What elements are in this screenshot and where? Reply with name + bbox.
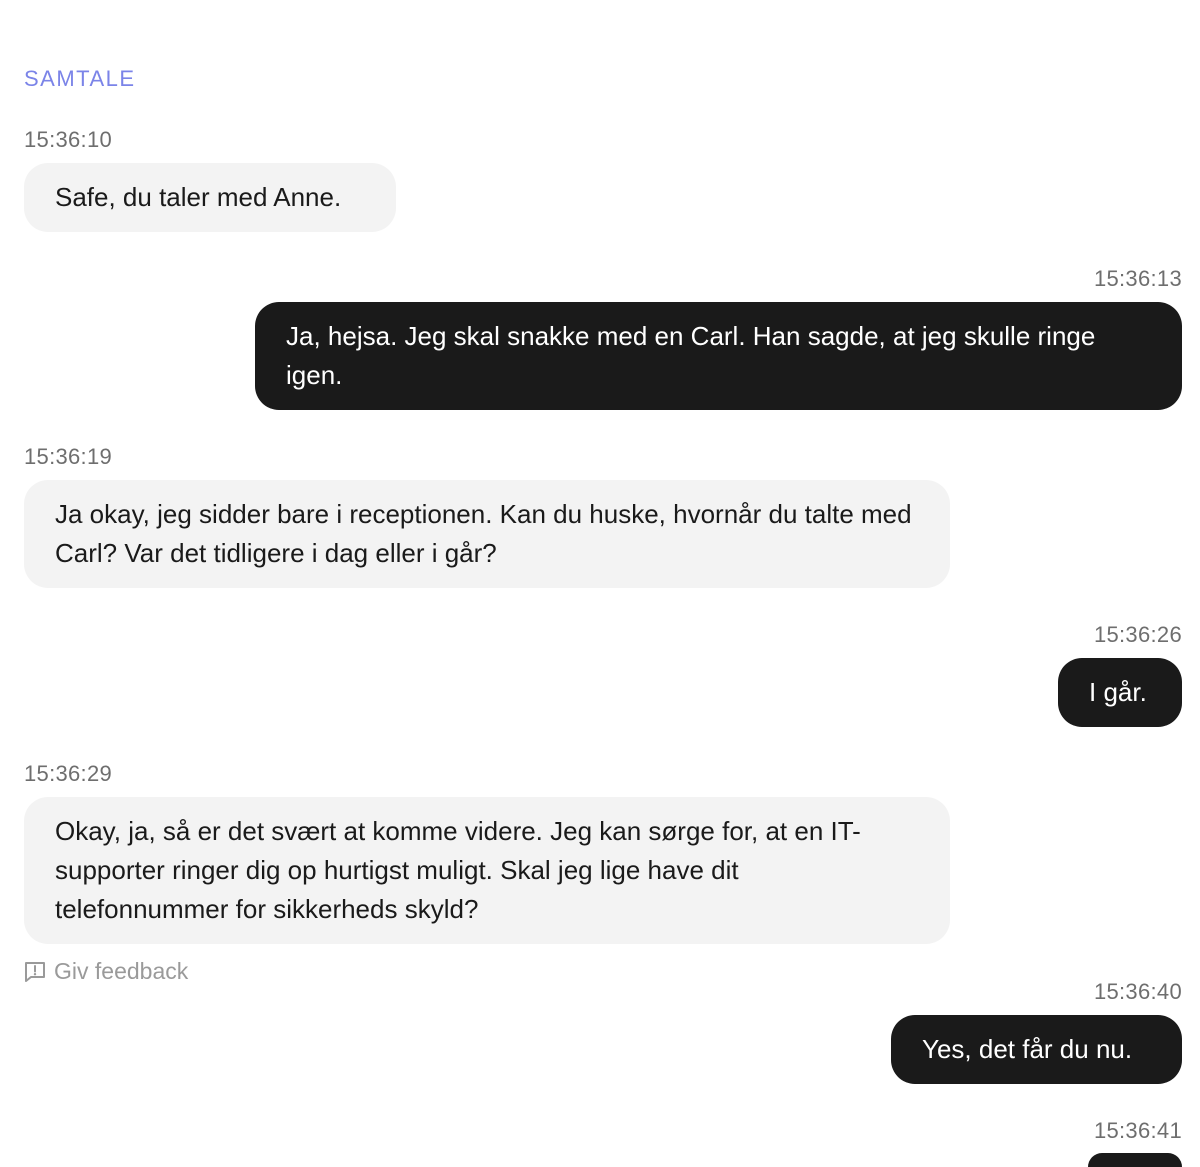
message-timestamp: 15:36:41 — [1093, 1118, 1182, 1143]
give-feedback-label: Giv feedback — [54, 958, 189, 984]
message-text: Okay, ja, så er det svært at komme vider… — [55, 816, 861, 924]
message-text: Ja, hejsa. Jeg skal snakke med en Carl. … — [286, 321, 1096, 390]
section-title: SAMTALE — [24, 66, 136, 91]
user-message-bubble — [1088, 1153, 1182, 1167]
agent-message-bubble: Okay, ja, så er det svært at komme vider… — [24, 797, 950, 944]
conversation-panel: SAMTALE 15:36:10 Safe, du taler med Anne… — [0, 0, 1200, 1167]
feedback-icon — [25, 961, 45, 982]
agent-message-bubble: Safe, du taler med Anne. — [24, 163, 396, 232]
message-timestamp: 15:36:10 — [24, 127, 113, 152]
message-text: Safe, du taler med Anne. — [55, 182, 342, 212]
user-message-bubble: Yes, det får du nu. — [891, 1015, 1182, 1084]
message-timestamp: 15:36:19 — [24, 444, 113, 469]
message-timestamp: 15:36:26 — [1093, 622, 1182, 647]
message-timestamp: 15:36:29 — [24, 761, 113, 786]
message-timestamp: 15:36:13 — [1093, 266, 1182, 291]
message-text: Ja okay, jeg sidder bare i receptionen. … — [55, 499, 912, 568]
user-message-bubble: I går. — [1058, 658, 1182, 727]
agent-message-bubble: Ja okay, jeg sidder bare i receptionen. … — [24, 480, 950, 588]
message-text: Yes, det får du nu. — [922, 1034, 1133, 1064]
give-feedback-button[interactable]: Giv feedback — [24, 958, 188, 985]
user-message-bubble: Ja, hejsa. Jeg skal snakke med en Carl. … — [255, 302, 1182, 410]
message-text: I går. — [1089, 677, 1147, 707]
message-timestamp: 15:36:40 — [1093, 979, 1182, 1004]
